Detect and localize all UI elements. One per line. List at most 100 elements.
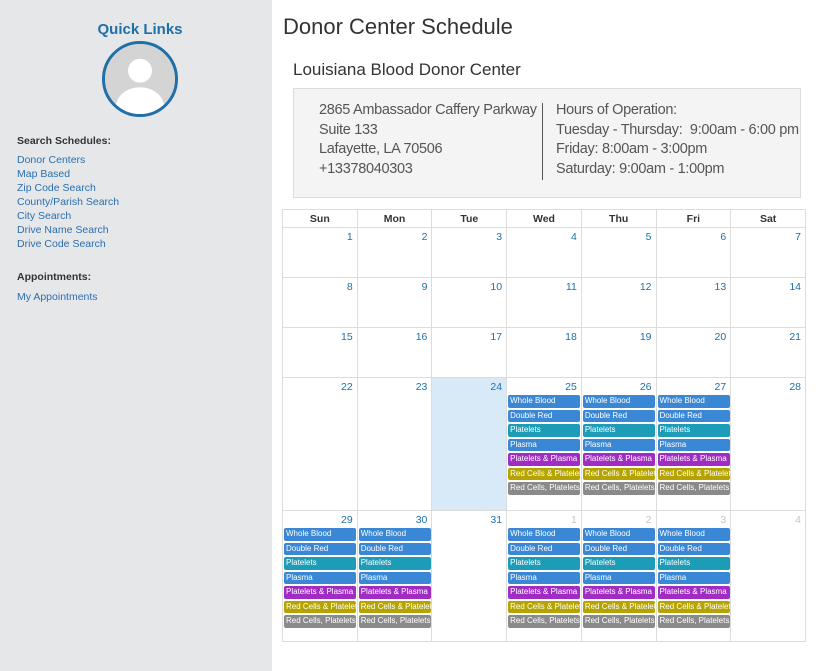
calendar-event[interactable]: Red Cells & Platelets (582, 600, 655, 613)
calendar-event[interactable]: Red Cells, Platelets (582, 615, 655, 628)
calendar-event[interactable]: Plasma (508, 571, 581, 584)
day-number[interactable]: 6 (657, 228, 731, 244)
calendar-event[interactable]: Red Cells & Platelets (284, 600, 356, 613)
calendar-event[interactable]: Double Red (508, 409, 581, 422)
calendar-event[interactable]: Whole Blood (508, 395, 581, 408)
calendar-event[interactable]: Plasma (508, 438, 581, 451)
calendar-day-cell[interactable]: 7 (730, 227, 806, 278)
day-number[interactable]: 22 (283, 378, 357, 394)
day-number[interactable]: 13 (657, 278, 731, 294)
calendar-event[interactable]: Double Red (582, 542, 655, 555)
calendar-event[interactable]: Platelets (284, 557, 356, 570)
sidebar-link[interactable]: My Appointments (17, 290, 98, 304)
calendar-event[interactable]: Platelets & Plasma (508, 453, 581, 466)
calendar-day-cell[interactable]: 28 (730, 377, 806, 511)
calendar-event[interactable]: Platelets (582, 424, 655, 437)
day-number[interactable]: 30 (358, 511, 432, 527)
calendar-event[interactable]: Platelets & Plasma (657, 453, 730, 466)
calendar-event[interactable]: Double Red (284, 542, 356, 555)
calendar-event[interactable]: Platelets & Plasma (284, 586, 356, 599)
day-number[interactable]: 3 (657, 511, 731, 527)
calendar-event[interactable]: Plasma (582, 571, 655, 584)
day-number[interactable]: 2 (358, 228, 432, 244)
calendar-day-cell[interactable]: 24 (431, 377, 508, 511)
calendar-day-cell[interactable]: 13 (655, 277, 732, 328)
calendar-day-cell[interactable]: 4 (730, 510, 806, 642)
day-number[interactable]: 14 (731, 278, 805, 294)
day-number[interactable]: 16 (358, 328, 432, 344)
day-number[interactable]: 1 (507, 511, 581, 527)
calendar-day-cell[interactable]: 3 Whole Blood Double Red Platelets Plasma Pla… (655, 510, 732, 642)
calendar-event[interactable]: Double Red (657, 542, 730, 555)
calendar-day-cell[interactable]: 3 (431, 227, 508, 278)
sidebar-link[interactable]: Zip Code Search (17, 181, 119, 195)
calendar-event[interactable]: Platelets (508, 424, 581, 437)
calendar-event[interactable]: Platelets & Plasma (582, 453, 655, 466)
calendar-event[interactable]: Double Red (582, 409, 655, 422)
sidebar-link[interactable]: Map Based (17, 167, 119, 181)
calendar-day-cell[interactable]: 1 (282, 227, 358, 278)
calendar-day-cell[interactable]: 16 (356, 327, 433, 378)
calendar-day-cell[interactable]: 21 (730, 327, 806, 378)
day-number[interactable]: 7 (731, 228, 805, 244)
calendar-day-cell[interactable]: 6 (655, 227, 732, 278)
calendar-event[interactable]: Platelets (508, 557, 581, 570)
calendar-event[interactable]: Red Cells, Platelets (358, 615, 431, 628)
calendar-event[interactable]: Double Red (657, 409, 730, 422)
day-number[interactable]: 31 (432, 511, 506, 527)
calendar-day-cell[interactable]: 10 (431, 277, 508, 328)
sidebar-link[interactable]: City Search (17, 209, 119, 223)
calendar-event[interactable]: Double Red (358, 542, 431, 555)
calendar-event[interactable]: Whole Blood (657, 395, 730, 408)
calendar-day-cell[interactable]: 14 (730, 277, 806, 328)
day-number[interactable]: 21 (731, 328, 805, 344)
day-number[interactable]: 28 (731, 378, 805, 394)
calendar-event[interactable]: Whole Blood (582, 528, 655, 541)
day-number[interactable]: 10 (432, 278, 506, 294)
day-number[interactable]: 18 (507, 328, 581, 344)
calendar-event[interactable]: Red Cells & Platelets (508, 467, 581, 480)
calendar-event[interactable]: Double Red (508, 542, 581, 555)
calendar-event[interactable]: Red Cells, Platelets (657, 615, 730, 628)
day-number[interactable]: 8 (283, 278, 357, 294)
sidebar-link[interactable]: County/Parish Search (17, 195, 119, 209)
day-number[interactable]: 27 (657, 378, 731, 394)
calendar-day-cell[interactable]: 5 (580, 227, 657, 278)
calendar-event[interactable]: Red Cells & Platelets (657, 467, 730, 480)
day-number[interactable]: 4 (731, 511, 805, 527)
calendar-event[interactable]: Plasma (657, 438, 730, 451)
day-number[interactable]: 25 (507, 378, 581, 394)
calendar-event[interactable]: Red Cells & Platelets (657, 600, 730, 613)
calendar-day-cell[interactable]: 12 (580, 277, 657, 328)
avatar[interactable] (102, 41, 178, 117)
day-number[interactable]: 4 (507, 228, 581, 244)
day-number[interactable]: 5 (582, 228, 656, 244)
calendar-day-cell[interactable]: 17 (431, 327, 508, 378)
calendar-event[interactable]: Red Cells & Platelets (582, 467, 655, 480)
calendar-event[interactable]: Plasma (582, 438, 655, 451)
calendar-event[interactable]: Platelets (582, 557, 655, 570)
calendar-event[interactable]: Whole Blood (657, 528, 730, 541)
calendar-event[interactable]: Whole Blood (284, 528, 356, 541)
day-number[interactable]: 15 (283, 328, 357, 344)
calendar-event[interactable]: Platelets (358, 557, 431, 570)
calendar-day-cell[interactable]: 19 (580, 327, 657, 378)
calendar-event[interactable]: Plasma (358, 571, 431, 584)
calendar-day-cell[interactable]: 2 Whole Blood Double Red Platelets Plasma Pla… (580, 510, 657, 642)
calendar-day-cell[interactable]: 15 (282, 327, 358, 378)
day-number[interactable]: 19 (582, 328, 656, 344)
day-number[interactable]: 1 (283, 228, 357, 244)
day-number[interactable]: 29 (283, 511, 357, 527)
calendar-day-cell[interactable]: 20 (655, 327, 732, 378)
calendar-event[interactable]: Platelets (657, 557, 730, 570)
day-number[interactable]: 11 (507, 278, 581, 294)
calendar-day-cell[interactable]: 23 (356, 377, 433, 511)
calendar-day-cell[interactable]: 11 (506, 277, 582, 328)
calendar-day-cell[interactable]: 4 (506, 227, 582, 278)
calendar-event[interactable]: Plasma (657, 571, 730, 584)
day-number[interactable]: 9 (358, 278, 432, 294)
calendar-event[interactable]: Platelets (657, 424, 730, 437)
calendar-event[interactable]: Red Cells & Platelets (358, 600, 431, 613)
calendar-event[interactable]: Plasma (284, 571, 356, 584)
calendar-day-cell[interactable]: 9 (356, 277, 433, 328)
